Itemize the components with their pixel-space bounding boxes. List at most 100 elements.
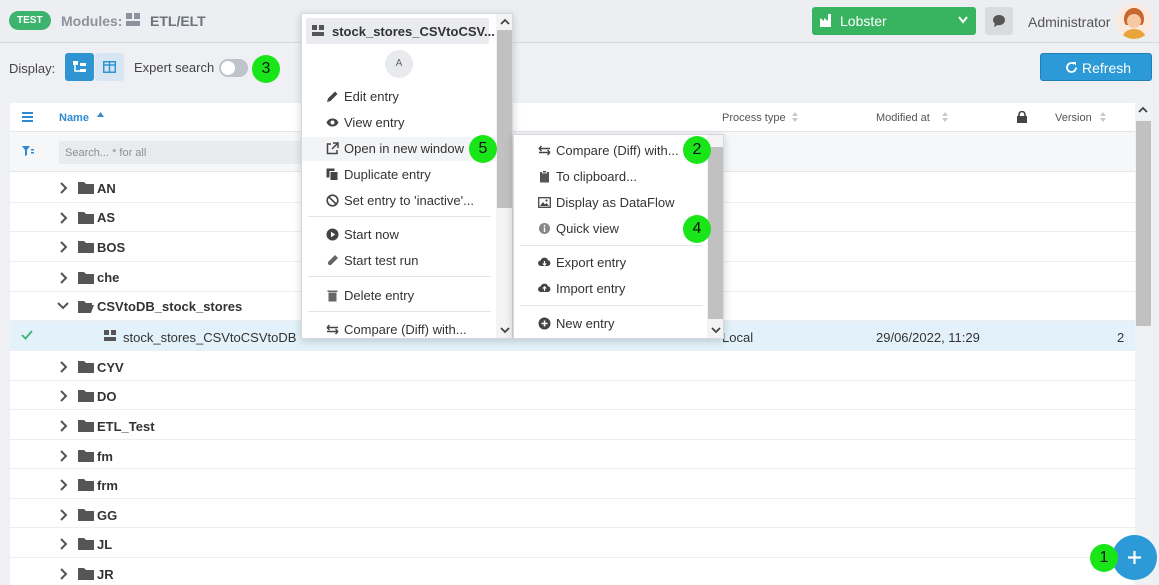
scroll-up-icon[interactable]: [500, 18, 510, 25]
chevron-right-icon[interactable]: [59, 450, 69, 462]
submenu-item-display-dataflow[interactable]: Display as DataFlow: [514, 191, 707, 215]
factory-icon: [820, 14, 831, 27]
sort-ascending-icon[interactable]: [97, 112, 104, 117]
chevron-right-icon[interactable]: [59, 182, 69, 194]
sort-icon[interactable]: [942, 112, 948, 122]
folder-icon: [78, 272, 94, 284]
chevron-right-icon[interactable]: [59, 538, 69, 550]
tree-view-icon: [73, 61, 86, 72]
table-row[interactable]: frm: [10, 469, 1135, 499]
table-row[interactable]: CYV: [10, 351, 1135, 381]
column-header-version[interactable]: Version: [1055, 112, 1092, 124]
chevron-right-icon[interactable]: [59, 568, 69, 580]
add-entry-fab[interactable]: [1112, 535, 1157, 580]
refresh-label: Refresh: [1082, 60, 1132, 76]
table-row[interactable]: DO: [10, 381, 1135, 410]
menu-item-label: Start now: [344, 227, 399, 242]
menu-item-edit-entry[interactable]: Edit entry: [302, 85, 497, 109]
name-search-input[interactable]: [59, 141, 309, 164]
test-tube-icon: [327, 255, 338, 266]
folder-label: DO: [97, 389, 117, 404]
chevron-right-icon[interactable]: [59, 390, 69, 402]
submenu-item-new-entry[interactable]: New entry: [514, 312, 707, 336]
column-header-modified-at[interactable]: Modified at: [876, 112, 930, 124]
user-name[interactable]: Administrator: [1028, 14, 1110, 30]
compare-arrows-icon: [326, 324, 339, 335]
submenu-item-to-clipboard[interactable]: To clipboard...: [514, 165, 707, 189]
menu-icon[interactable]: [22, 112, 33, 122]
chevron-right-icon[interactable]: [59, 272, 69, 284]
folder-icon: [78, 420, 94, 432]
folder-label: che: [97, 270, 120, 285]
plus-icon: [1128, 551, 1141, 564]
menu-item-delete-entry[interactable]: Delete entry: [302, 284, 497, 308]
menu-item-compare[interactable]: Compare (Diff) with...: [302, 318, 497, 338]
menu-item-set-inactive[interactable]: Set entry to 'inactive'...: [302, 189, 497, 213]
chevron-right-icon[interactable]: [59, 479, 69, 491]
menu-item-start-test-run[interactable]: Start test run: [302, 249, 497, 273]
trash-icon: [327, 290, 338, 302]
ban-icon: [326, 194, 339, 207]
folder-label: JL: [97, 537, 113, 552]
clipboard-icon: [540, 170, 549, 183]
expert-search-label: Expert search: [134, 60, 215, 75]
chat-button[interactable]: [985, 7, 1013, 35]
table-scroll-thumb[interactable]: [1136, 121, 1151, 326]
scroll-down-icon[interactable]: [711, 327, 721, 334]
menu-item-label: View entry: [344, 115, 405, 130]
scroll-down-icon[interactable]: [500, 327, 510, 334]
grid-view-button[interactable]: [95, 53, 124, 81]
folder-label: CSVtoDB_stock_stores: [97, 299, 243, 314]
menu-separator: [308, 216, 491, 217]
etl-entry-icon: [104, 330, 116, 341]
menu-item-label: Compare (Diff) with...: [344, 322, 467, 337]
table-row[interactable]: fm: [10, 440, 1135, 469]
chevron-right-icon[interactable]: [59, 212, 69, 224]
context-menu-title: stock_stores_CSVtoCSV...: [332, 24, 495, 39]
organization-label: Lobster: [840, 13, 887, 29]
copy-icon: [326, 168, 339, 181]
menu-item-label: Set entry to 'inactive'...: [344, 193, 474, 208]
annotation-marker: 2: [683, 136, 711, 164]
sort-icon[interactable]: [792, 112, 798, 122]
menu-item-view-entry[interactable]: View entry: [302, 111, 497, 135]
chevron-down-icon[interactable]: [57, 301, 69, 311]
filter-icon[interactable]: [22, 146, 34, 157]
folder-label: fm: [97, 449, 113, 464]
user-avatar[interactable]: [1116, 3, 1152, 39]
sort-icon[interactable]: [1100, 112, 1106, 122]
context-menu-scroll-thumb[interactable]: [497, 30, 512, 208]
modules-value[interactable]: ETL/ELT: [150, 13, 206, 29]
submenu-item-quick-view[interactable]: Quick view: [514, 217, 707, 241]
folder-icon: [78, 390, 94, 402]
chevron-right-icon[interactable]: [59, 509, 69, 521]
column-header-process-type[interactable]: Process type: [722, 112, 786, 124]
table-row[interactable]: JL: [10, 528, 1135, 558]
scroll-up-icon[interactable]: [1138, 106, 1148, 113]
menu-item-start-now[interactable]: Start now: [302, 223, 497, 247]
table-row[interactable]: GG: [10, 499, 1135, 528]
image-icon: [538, 197, 551, 208]
folder-icon: [78, 479, 94, 491]
table-row[interactable]: JR: [10, 558, 1135, 585]
folder-icon: [78, 182, 94, 194]
menu-item-duplicate-entry[interactable]: Duplicate entry: [302, 163, 497, 187]
folder-icon: [78, 241, 94, 253]
tree-view-button[interactable]: [65, 53, 94, 81]
submenu-item-import-entry[interactable]: Import entry: [514, 277, 707, 301]
expert-search-toggle[interactable]: [219, 59, 248, 77]
chevron-right-icon[interactable]: [59, 241, 69, 253]
context-menu: stock_stores_CSVtoCSV... A Edit entry Vi…: [301, 13, 513, 339]
submenu-item-export-entry[interactable]: Export entry: [514, 251, 707, 275]
column-header-name[interactable]: Name: [59, 112, 89, 124]
table-row[interactable]: ETL_Test: [10, 410, 1135, 440]
submenu-item-compare[interactable]: Compare (Diff) with...: [514, 139, 707, 163]
menu-separator: [308, 276, 491, 277]
refresh-button[interactable]: Refresh: [1040, 53, 1152, 81]
folder-icon: [78, 538, 94, 550]
organization-selector[interactable]: Lobster: [812, 7, 976, 35]
chevron-right-icon[interactable]: [59, 420, 69, 432]
chevron-right-icon[interactable]: [59, 361, 69, 373]
menu-item-open-new-window[interactable]: Open in new window: [302, 137, 497, 161]
modified-at-cell: 29/06/2022, 11:29: [876, 330, 980, 345]
